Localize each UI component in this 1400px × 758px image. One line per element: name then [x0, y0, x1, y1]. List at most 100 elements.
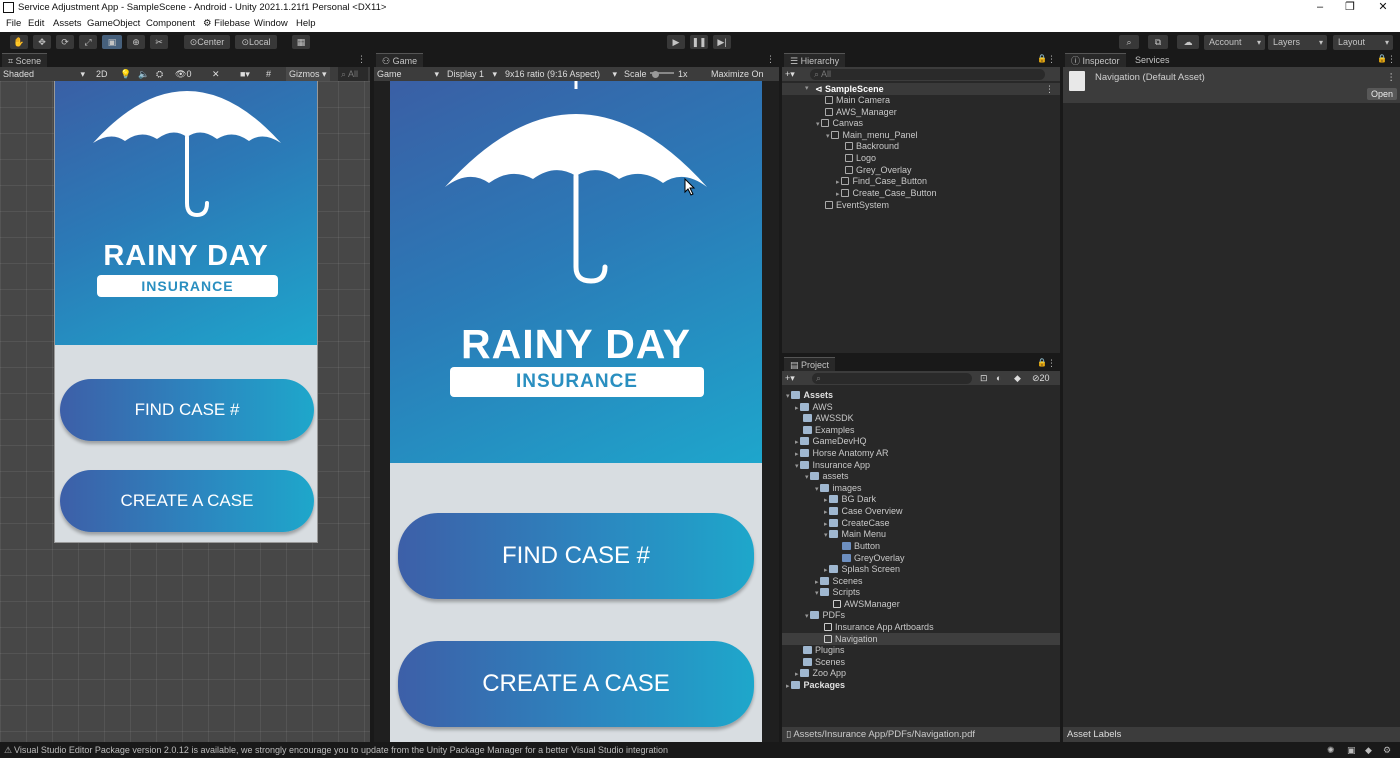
- search-by-type-icon[interactable]: ⊡: [980, 371, 988, 385]
- tree-item[interactable]: ▸ Packages: [786, 679, 845, 691]
- gizmos-dropdown[interactable]: Gizmos ▾: [286, 67, 330, 81]
- shading-dropdown[interactable]: Shaded ▾: [3, 67, 85, 81]
- status-message[interactable]: Visual Studio Editor Package version 2.0…: [14, 742, 668, 758]
- tree-item[interactable]: ▸ Case Overview: [824, 505, 903, 517]
- search-icon[interactable]: ⌕: [1119, 35, 1139, 49]
- tree-item[interactable]: ▸ Zoo App: [795, 667, 846, 679]
- scene-viewport[interactable]: RAINY DAY INSURANCE FIND CASE # CREATE A…: [0, 81, 370, 758]
- tab-hierarchy[interactable]: ☰ Hierarchy: [784, 53, 846, 67]
- rect-tool-icon[interactable]: ▣: [102, 35, 122, 49]
- tree-item[interactable]: ▾ ⊲ SampleScene ⋮: [782, 83, 1060, 95]
- tree-item[interactable]: EventSystem: [825, 199, 889, 211]
- scale-slider[interactable]: [650, 67, 674, 81]
- debug-icon[interactable]: ✺: [1327, 742, 1335, 758]
- project-add-button[interactable]: +▾: [785, 371, 795, 385]
- expand-arrow-icon[interactable]: ▾: [805, 83, 809, 95]
- grid-icon[interactable]: #: [266, 67, 271, 81]
- step-button[interactable]: ▶|: [713, 35, 731, 49]
- tree-item[interactable]: AWSSDK: [803, 412, 854, 424]
- menu-file[interactable]: File: [6, 18, 21, 29]
- menu-filebase[interactable]: ⚙ Filebase: [203, 18, 250, 29]
- game-menu-icon[interactable]: ⋮: [766, 53, 775, 66]
- menu-gameobject[interactable]: GameObject: [87, 18, 140, 29]
- tab-services[interactable]: Services: [1129, 53, 1176, 67]
- game-viewport[interactable]: RAINY DAY INSURANCE FIND CASE # CREATE A…: [374, 81, 779, 742]
- maximize-icon[interactable]: ❐: [1335, 0, 1365, 16]
- auto-generate-icon[interactable]: ◆: [1365, 742, 1372, 758]
- project-search-input[interactable]: ⌕: [812, 373, 972, 384]
- tree-item[interactable]: ▸ Horse Anatomy AR: [795, 447, 889, 459]
- effects-icon[interactable]: ⛭: [156, 67, 163, 81]
- scene-menu-icon[interactable]: ⋮: [357, 53, 366, 66]
- inspector-menu-icon[interactable]: ⋮: [1387, 53, 1396, 66]
- pivot-center-button[interactable]: ⊙Center: [184, 35, 230, 49]
- tools-icon[interactable]: ✕: [212, 67, 220, 81]
- layers-dropdown[interactable]: Layers: [1268, 35, 1327, 50]
- close-icon[interactable]: ✕: [1368, 0, 1398, 16]
- mode-2d-toggle[interactable]: 2D: [96, 67, 108, 81]
- scale-tool-icon[interactable]: ⤢: [79, 35, 97, 49]
- visibility-icon[interactable]: 👁0: [175, 67, 191, 81]
- rotate-tool-icon[interactable]: ⟳: [56, 35, 74, 49]
- audio-icon[interactable]: 🔈: [138, 67, 149, 81]
- game-type-dropdown[interactable]: Game ▾: [377, 67, 439, 81]
- hierarchy-menu-icon[interactable]: ⋮: [1047, 53, 1056, 66]
- scene-search-input[interactable]: ⌕ All: [338, 67, 368, 81]
- tree-item[interactable]: ▸ Find_Case_Button: [836, 175, 927, 187]
- tree-item[interactable]: ▸ GameDevHQ: [795, 435, 866, 447]
- tree-item[interactable]: Main Camera: [825, 94, 890, 106]
- display-dropdown[interactable]: Display 1 ▾: [447, 67, 497, 81]
- custom-tool-icon[interactable]: ✂: [150, 35, 168, 49]
- camera-icon[interactable]: ■▾: [240, 67, 250, 81]
- tree-item[interactable]: ▸ BG Dark: [824, 493, 876, 505]
- favorite-icon[interactable]: ◆: [1014, 371, 1021, 385]
- hand-tool-icon[interactable]: ✋: [10, 35, 28, 49]
- tree-item[interactable]: Button: [842, 540, 880, 552]
- menu-help[interactable]: Help: [296, 18, 316, 29]
- tree-item[interactable]: ▸ Create_Case_Button: [836, 187, 937, 199]
- tab-game[interactable]: ⚇ Game: [376, 53, 424, 67]
- search-by-label-icon[interactable]: ◐: [996, 371, 1001, 385]
- tree-item[interactable]: ▾ assets: [805, 470, 848, 482]
- space-local-button[interactable]: ⊙Local: [235, 35, 277, 49]
- tree-item[interactable]: Logo: [845, 152, 876, 164]
- project-menu-icon[interactable]: ⋮: [1047, 357, 1056, 370]
- open-button[interactable]: Open: [1367, 88, 1397, 100]
- hierarchy-search-input[interactable]: ⌕ All: [810, 69, 1045, 80]
- play-button[interactable]: ▶: [667, 35, 685, 49]
- tree-item[interactable]: ▾ PDFs: [805, 609, 845, 621]
- game-find-case-button[interactable]: FIND CASE #: [398, 513, 754, 599]
- menu-window[interactable]: Window: [254, 18, 288, 29]
- baking-icon[interactable]: ▣: [1347, 742, 1356, 758]
- grid-snap-icon[interactable]: ▦: [292, 35, 310, 49]
- minimize-icon[interactable]: –: [1305, 0, 1335, 16]
- menu-assets[interactable]: Assets: [53, 18, 82, 29]
- scale-slider-thumb[interactable]: [652, 71, 659, 78]
- tree-item[interactable]: ▾ Assets: [786, 389, 833, 401]
- lock-icon[interactable]: 🔒: [1037, 358, 1047, 367]
- tab-scene[interactable]: ⌗ Scene: [2, 53, 48, 67]
- lock-icon[interactable]: 🔒: [1037, 54, 1047, 63]
- lighting-icon[interactable]: 💡: [120, 67, 131, 81]
- tree-item[interactable]: Backround: [845, 140, 899, 152]
- tab-project[interactable]: ▤ Project: [784, 357, 836, 371]
- tree-item[interactable]: ▾ Main Menu: [824, 528, 886, 540]
- inspector-header-menu-icon[interactable]: ⋮: [1387, 72, 1397, 83]
- menu-component[interactable]: Component: [146, 18, 195, 29]
- tab-inspector[interactable]: ⓘ Inspector: [1065, 53, 1126, 67]
- tree-item[interactable]: ▾ Scripts: [815, 586, 860, 598]
- tree-item[interactable]: ▸ Splash Screen: [824, 563, 900, 575]
- settings-icon[interactable]: ⚙: [1383, 742, 1391, 758]
- account-dropdown[interactable]: Account: [1204, 35, 1265, 50]
- scene-menu-icon[interactable]: ⋮: [1045, 83, 1054, 95]
- hidden-packages-icon[interactable]: ⊘20: [1032, 371, 1050, 385]
- pause-button[interactable]: ❚❚: [690, 35, 708, 49]
- aspect-dropdown[interactable]: 9x16 ratio (9:16 Aspect) ▾: [505, 67, 617, 81]
- lock-icon[interactable]: 🔒: [1377, 54, 1387, 63]
- move-tool-icon[interactable]: ✥: [33, 35, 51, 49]
- layout-dropdown[interactable]: Layout: [1333, 35, 1393, 50]
- hierarchy-add-button[interactable]: +▾: [785, 67, 795, 81]
- tree-item[interactable]: Insurance App Artboards: [824, 621, 934, 633]
- tree-item[interactable]: ▾ Canvas: [816, 117, 863, 129]
- cloud-icon[interactable]: ☁: [1177, 35, 1199, 49]
